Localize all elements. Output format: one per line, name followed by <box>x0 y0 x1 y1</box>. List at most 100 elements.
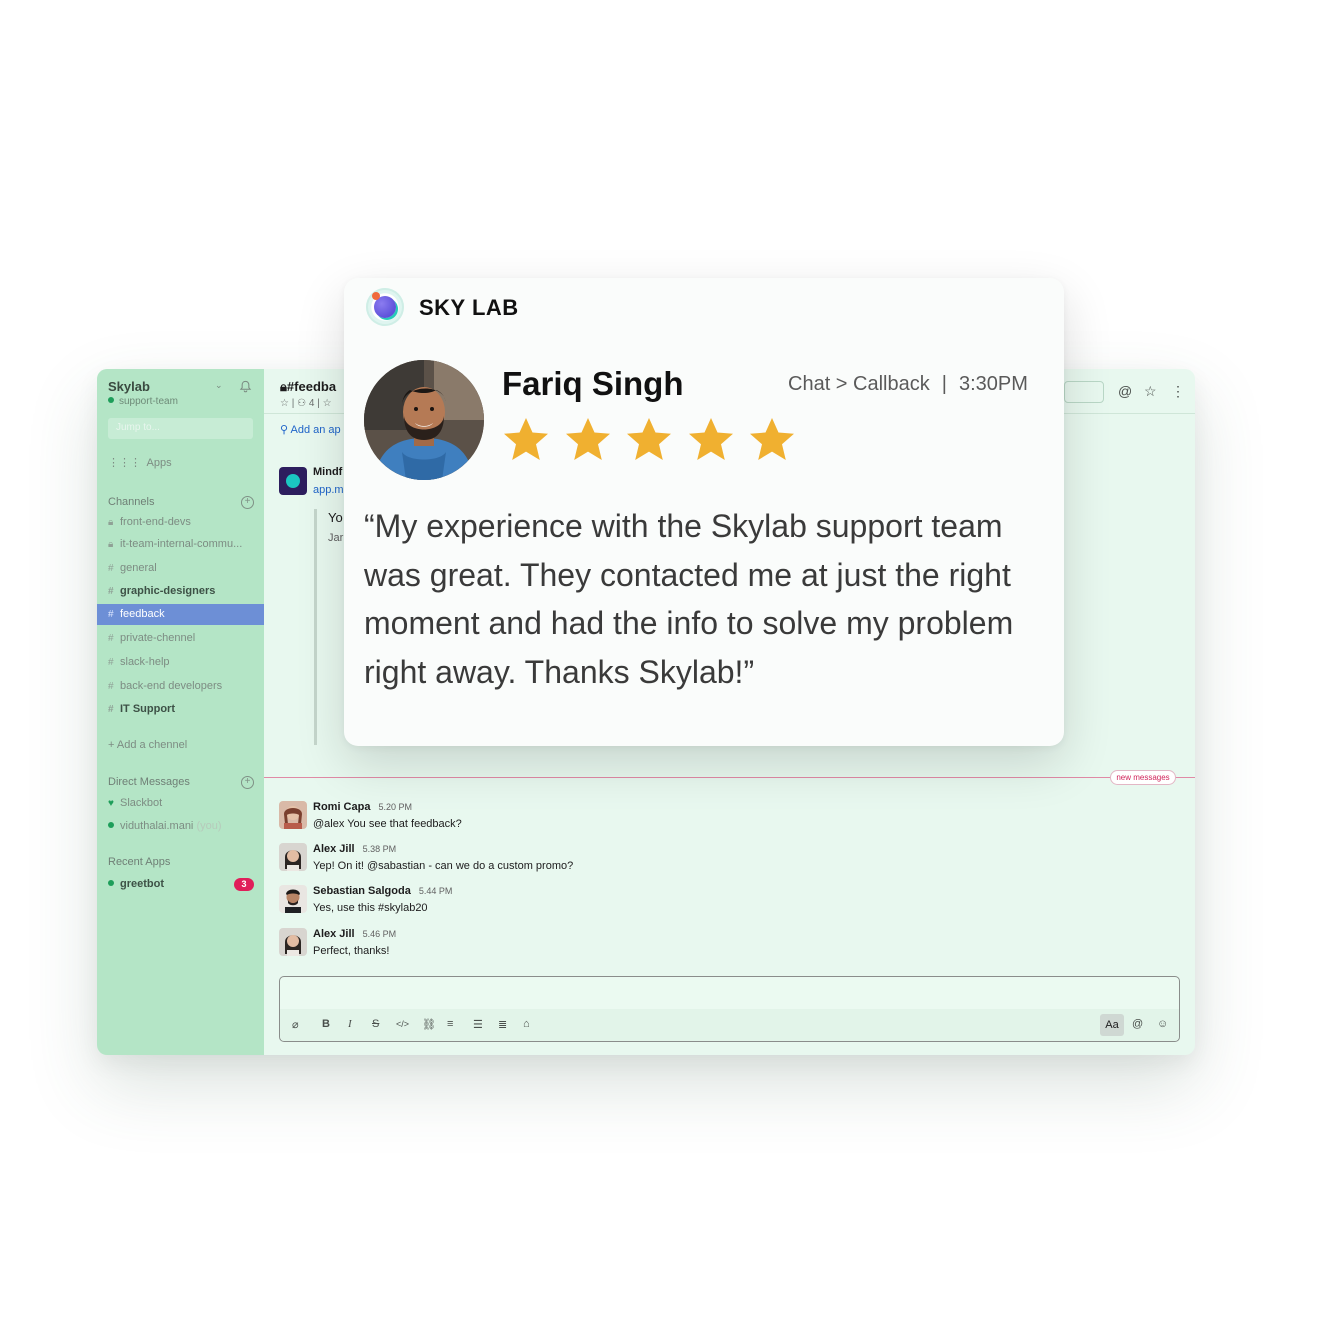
avatar[interactable] <box>279 928 307 956</box>
channel-title-text: #feedba <box>286 379 337 394</box>
hash-icon: # <box>108 563 114 574</box>
message-text: Yes, use this #skylab20 <box>313 902 428 914</box>
star-icon[interactable]: ☆ <box>1144 383 1157 400</box>
workspace-name[interactable]: Skylab <box>108 379 150 394</box>
mention-icon[interactable]: @ <box>1132 1018 1143 1030</box>
add-channel-plus-icon[interactable]: + <box>241 496 254 509</box>
chat-message: Sebastian Salgoda 5.44 PM Yes, use this #… <box>279 885 979 921</box>
dm-you-label: (you) <box>196 820 222 832</box>
code-icon[interactable]: </> <box>396 1019 409 1029</box>
review-quote: “My experience with the Skylab support t… <box>364 508 1014 690</box>
recent-app-item[interactable]: greetbot 3 <box>97 874 264 895</box>
chat-message: Alex Jill 5.38 PM Yep! On it! @sabastian … <box>279 843 979 879</box>
blockquote-icon[interactable]: ≣ <box>498 1018 507 1031</box>
strikethrough-icon[interactable]: S <box>372 1018 379 1030</box>
add-app-link[interactable]: ⚲ Add an ap <box>280 423 341 436</box>
channel-name: IT Support <box>120 703 175 715</box>
channel-item[interactable]: 🔒︎ it-team-internal-commu... <box>97 534 264 555</box>
channels-header[interactable]: Channels <box>108 496 154 508</box>
lock-icon: 🔒︎ <box>108 517 114 528</box>
workspace-status: support-team <box>108 396 178 407</box>
emoji-icon[interactable]: ☺ <box>1157 1018 1168 1030</box>
italic-icon[interactable]: I <box>348 1018 352 1030</box>
channel-name: feedback <box>120 608 165 620</box>
channel-item[interactable]: # IT Support <box>97 699 264 720</box>
more-options-icon[interactable]: ⋮ <box>1171 383 1185 400</box>
ordered-list-icon[interactable]: ≡ <box>447 1018 453 1030</box>
channel-name: front-end-devs <box>120 516 191 528</box>
jump-placeholder: Jump to... <box>116 422 160 433</box>
bold-icon[interactable]: B <box>322 1018 330 1030</box>
chat-message: Alex Jill 5.46 PM Perfect, thanks! <box>279 928 979 964</box>
link-icon[interactable]: ⛓︎ <box>422 1018 436 1031</box>
message-text: Perfect, thanks! <box>313 945 390 957</box>
sidebar-item-apps[interactable]: ⋮⋮⋮ Apps <box>108 456 172 469</box>
status-label: support-team <box>119 396 178 407</box>
code-block-icon[interactable]: ⌂ <box>523 1018 530 1030</box>
hash-icon: # <box>108 609 114 620</box>
message-time: 5.46 PM <box>362 929 397 939</box>
direct-messages-header[interactable]: Direct Messages <box>108 776 190 788</box>
message-author[interactable]: Sebastian Salgoda 5.44 PM <box>313 885 452 897</box>
recent-apps-header: Recent Apps <box>108 856 171 868</box>
attachment-line: Jar <box>328 532 344 544</box>
new-messages-divider <box>264 777 1195 778</box>
review-meta: Chat > Callback | 3:30PM <box>788 373 1028 396</box>
bell-icon[interactable] <box>239 380 252 393</box>
star-icon <box>750 418 794 460</box>
online-dot <box>108 821 120 832</box>
message-author[interactable]: Alex Jill 5.38 PM <box>313 843 396 855</box>
channel-item[interactable]: 🔒︎ front-end-devs <box>97 512 264 533</box>
dm-item[interactable]: viduthalai.mani (you) <box>97 816 264 837</box>
channel-name: it-team-internal-commu... <box>120 538 243 550</box>
jump-to-input[interactable]: Jump to... <box>108 418 253 439</box>
at-mention-icon[interactable]: @ <box>1118 383 1132 399</box>
channel-item[interactable]: # general <box>97 558 264 579</box>
formatting-toggle-button[interactable]: Aa <box>1100 1014 1124 1036</box>
attach-icon[interactable]: ⌀ <box>292 1018 299 1031</box>
star-icon <box>504 418 548 460</box>
channel-item[interactable]: # graphic-designers <box>97 581 264 602</box>
avatar[interactable] <box>279 843 307 871</box>
message-time: 5.38 PM <box>362 844 397 854</box>
hash-icon: # <box>108 704 114 715</box>
channel-name: back-end developers <box>120 680 223 692</box>
app-message-link[interactable]: app.m <box>313 484 344 496</box>
message-author[interactable]: Alex Jill 5.46 PM <box>313 928 396 940</box>
message-composer[interactable]: ⌀ B I S </> ⛓︎ ≡ ☰ ≣ ⌂ Aa @ ☺ <box>279 976 1180 1042</box>
bullet-list-icon[interactable]: ☰ <box>473 1018 483 1031</box>
meta-separator: | <box>941 373 947 395</box>
sidebar: Skylab ⌄ support-team Jump to... ⋮⋮⋮ App… <box>97 369 264 1055</box>
channel-item[interactable]: # back-end developers <box>97 676 264 697</box>
channel-item[interactable]: # slack-help <box>97 652 264 673</box>
avatar[interactable] <box>279 801 307 829</box>
dm-item[interactable]: ♥ Slackbot <box>97 793 264 814</box>
attachment-bar <box>314 509 317 745</box>
add-dm-plus-icon[interactable]: + <box>241 776 254 789</box>
app-name: greetbot <box>120 878 164 890</box>
apps-label: Apps <box>146 457 172 469</box>
channel-meta: ☆ | ⚇ 4 | ☆ <box>280 398 332 409</box>
brand-name: SKY LAB <box>419 295 519 320</box>
channel-title[interactable]: 🔒︎#feedba <box>280 379 336 395</box>
message-author[interactable]: Romi Capa 5.20 PM <box>313 801 412 813</box>
app-avatar[interactable] <box>279 467 307 495</box>
channel-item[interactable]: # private-chennel <box>97 628 264 649</box>
channel-name: general <box>120 562 157 574</box>
avatar[interactable] <box>279 885 307 913</box>
search-input[interactable] <box>1064 381 1104 403</box>
chat-message: Romi Capa 5.20 PM @alex You see that feed… <box>279 801 979 837</box>
add-app-label: Add an ap <box>290 424 341 436</box>
app-message-author[interactable]: Mindf <box>313 466 342 478</box>
reviewer-name: Fariq Singh <box>502 365 684 402</box>
star-icon <box>688 418 733 460</box>
unread-badge: 3 <box>234 878 254 891</box>
reviewer-photo <box>364 360 484 480</box>
heart-icon: ♥ <box>108 798 114 809</box>
channel-item-active[interactable]: # feedback <box>97 604 264 625</box>
add-channel-link[interactable]: + Add a chennel <box>97 735 264 756</box>
channel-name: slack-help <box>120 656 170 668</box>
new-messages-label[interactable]: new messages <box>1110 770 1176 785</box>
hash-icon: # <box>108 586 114 597</box>
chevron-down-icon[interactable]: ⌄ <box>215 380 223 391</box>
